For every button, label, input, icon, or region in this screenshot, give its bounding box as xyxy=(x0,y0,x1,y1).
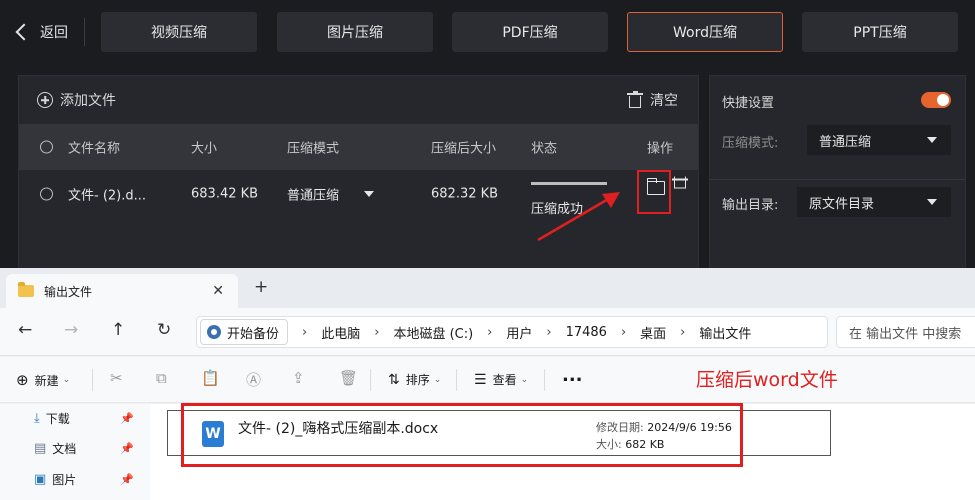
delete-icon[interactable]: 🗑 xyxy=(339,369,358,387)
sidebar-item-label: 图片 xyxy=(52,473,77,487)
back-arrow-icon[interactable]: ← xyxy=(18,322,32,339)
search-input[interactable]: 在 输出文件 中搜索 xyxy=(836,316,975,348)
pin-icon[interactable]: 📌 xyxy=(120,473,134,486)
sidebar-item-label: 文档 xyxy=(52,442,77,456)
command-divider xyxy=(370,369,371,391)
sort-button[interactable]: ⇅ 排序 ⌄ xyxy=(388,371,441,388)
chevron-down-icon: ⌄ xyxy=(433,374,442,385)
breadcrumb[interactable]: 开始备份 › 此电脑 › 本地磁盘 (C:) › 用户 › 17486 › 桌面… xyxy=(196,316,828,348)
paste-icon[interactable]: 📋 xyxy=(201,369,220,387)
share-icon[interactable]: ⇪ xyxy=(292,369,305,387)
chevron-right-icon: › xyxy=(487,324,493,340)
pin-icon[interactable]: 📌 xyxy=(120,442,134,455)
explorer-tabstrip: 输出文件 ✕ + xyxy=(0,268,975,308)
forward-arrow-icon[interactable]: → xyxy=(64,322,78,339)
sidebar-item-pictures[interactable]: ▣ 图片 xyxy=(34,471,76,488)
annotation-label: 压缩后word文件 xyxy=(696,369,838,391)
command-divider xyxy=(456,369,457,391)
arrow-to-folder-line xyxy=(537,196,611,242)
view-button[interactable]: ☰ 查看 ⌄ xyxy=(474,371,528,388)
more-options-button[interactable]: ... xyxy=(562,365,583,386)
chevron-down-icon: ⌄ xyxy=(62,375,71,385)
document-icon: ▤ xyxy=(34,441,47,456)
chevron-right-icon: › xyxy=(546,324,552,340)
breadcrumb-user-id[interactable]: 17486 xyxy=(566,325,607,340)
screenshot-root: 返回 视频压缩 图片压缩 PDF压缩 Word压缩 PPT压缩 添加文件 清空 … xyxy=(0,0,975,500)
backup-icon xyxy=(207,325,221,339)
picture-icon: ▣ xyxy=(34,472,47,487)
add-circle-icon: ⊕ xyxy=(16,371,29,389)
command-divider xyxy=(544,369,545,391)
new-button[interactable]: ⊕ 新建 ⌄ xyxy=(16,371,70,389)
explorer-tab-title: 输出文件 xyxy=(44,284,93,299)
breadcrumb-output[interactable]: 输出文件 xyxy=(699,323,751,342)
sidebar-item-documents[interactable]: ▤ 文档 xyxy=(34,440,76,457)
breadcrumb-backup: 开始备份 xyxy=(227,326,280,342)
chevron-right-icon: › xyxy=(302,324,308,340)
view-label: 查看 xyxy=(492,373,517,387)
search-placeholder: 在 输出文件 中搜索 xyxy=(849,326,962,342)
sort-label: 排序 xyxy=(405,373,430,387)
breadcrumb-this-pc[interactable]: 此电脑 xyxy=(321,323,360,342)
explorer-tab[interactable]: 输出文件 ✕ xyxy=(6,274,238,308)
cut-icon[interactable]: ✂ xyxy=(110,369,123,387)
up-arrow-icon[interactable]: ↑ xyxy=(111,322,125,339)
breadcrumb-users[interactable]: 用户 xyxy=(506,323,532,342)
view-list-icon: ☰ xyxy=(474,371,487,388)
sidebar-item-downloads[interactable]: ⤓ 下载 xyxy=(34,410,70,427)
new-tab-icon[interactable]: + xyxy=(254,279,268,296)
refresh-icon[interactable]: ↻ xyxy=(157,322,171,339)
command-divider xyxy=(92,369,93,391)
file-highlight-box xyxy=(181,403,743,467)
sort-icon: ⇅ xyxy=(388,371,400,388)
sidebar-item-label: 下载 xyxy=(45,412,70,426)
chevron-right-icon: › xyxy=(620,324,627,340)
chevron-down-icon: ⌄ xyxy=(520,374,529,385)
rename-icon[interactable]: Ⓐ xyxy=(246,369,261,390)
new-label: 新建 xyxy=(34,373,59,388)
backup-pill[interactable]: 开始备份 xyxy=(200,319,289,345)
folder-icon xyxy=(18,282,34,297)
copy-icon[interactable]: ⧉ xyxy=(156,369,167,387)
breadcrumb-local-disk[interactable]: 本地磁盘 (C:) xyxy=(393,323,473,342)
chevron-right-icon: › xyxy=(680,324,686,340)
chevron-right-icon: › xyxy=(374,324,380,340)
navigation-pane: ⤓ 下载 📌 ▤ 文档 📌 ▣ 图片 📌 xyxy=(0,404,150,500)
download-icon: ⤓ xyxy=(34,411,40,426)
pin-icon[interactable]: 📌 xyxy=(120,412,134,425)
address-bar-row: ← → ↑ ↻ 开始备份 › 此电脑 › 本地磁盘 (C:) › 用户 › 17… xyxy=(0,308,975,356)
close-icon[interactable]: ✕ xyxy=(212,283,224,299)
breadcrumb-desktop[interactable]: 桌面 xyxy=(640,323,666,342)
